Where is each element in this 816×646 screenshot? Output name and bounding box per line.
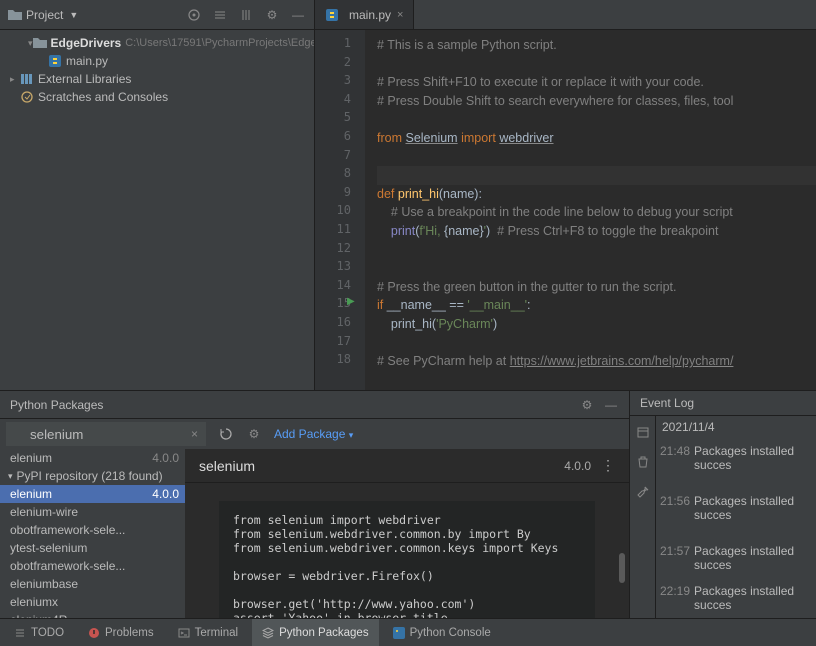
chevron-right-icon: ▸ [10, 74, 20, 85]
event-row[interactable]: 22:19Packages installed succes [656, 578, 816, 618]
editor-code-area[interactable]: # This is a sample Python script. # Pres… [365, 30, 816, 390]
folder-icon [33, 36, 47, 50]
python-packages-panel: Python Packages ⚙ — × ⚙ Add Package ▾ el… [0, 391, 630, 618]
clear-icon[interactable]: × [191, 427, 198, 441]
scrollbar-thumb[interactable] [619, 553, 625, 583]
collapse-icon[interactable] [238, 7, 254, 23]
external-libraries-node[interactable]: ▸ External Libraries [0, 70, 314, 88]
folder-icon [8, 9, 22, 21]
event-log-title: Event Log [640, 396, 694, 410]
project-root-node[interactable]: ▾ EdgeDrivers C:\Users\17591\PycharmProj… [0, 34, 314, 52]
package-item[interactable]: elenium4.0.0 [0, 485, 185, 503]
delete-icon[interactable] [635, 454, 651, 470]
event-row[interactable]: 21:56Packages installed succes [656, 488, 816, 528]
editor-panel: main.py × 123456789101112131415▶161718 #… [315, 0, 816, 390]
term-icon [178, 627, 190, 639]
event-row[interactable]: 21:57Packages installed succes [656, 538, 816, 578]
package-detail-version: 4.0.0 [564, 459, 591, 473]
package-item[interactable]: obotframework-sele... [0, 521, 185, 539]
footer-item-problems[interactable]: Problems [78, 619, 164, 646]
package-item[interactable]: eleniumbase [0, 575, 185, 593]
event-log-panel: Event Log 2021/11/421:48Packages install… [630, 391, 816, 618]
package-item[interactable]: eleniumx [0, 593, 185, 611]
scratches-label: Scratches and Consoles [38, 90, 168, 104]
error-icon [88, 627, 100, 639]
footer-item-python-packages[interactable]: Python Packages [252, 619, 379, 646]
status-bar: TODOProblemsTerminalPython PackagesPytho… [0, 618, 816, 646]
list-icon [14, 627, 26, 639]
package-list[interactable]: elenium4.0.0▾ PyPI repository (218 found… [0, 449, 185, 618]
package-item[interactable]: obotframework-sele... [0, 557, 185, 575]
library-icon [20, 72, 34, 86]
external-label: External Libraries [38, 72, 131, 86]
py-icon [393, 627, 405, 639]
event-row[interactable]: 21:48Packages installed succes [656, 438, 816, 478]
wrench-icon[interactable] [635, 484, 651, 500]
add-package-button[interactable]: Add Package ▾ [274, 427, 353, 441]
tab-label: main.py [349, 8, 391, 22]
editor-tab-main-py[interactable]: main.py × [315, 0, 414, 29]
project-label: Project [26, 8, 63, 22]
scratches-node[interactable]: Scratches and Consoles [0, 88, 314, 106]
footer-item-terminal[interactable]: Terminal [168, 619, 248, 646]
python-file-icon [325, 8, 339, 22]
repo-header[interactable]: ▾ PyPI repository (218 found) [0, 467, 185, 485]
package-item[interactable]: elenium4.0.0 [0, 449, 185, 467]
package-detail-name: selenium [199, 458, 255, 474]
footer-item-python-console[interactable]: Python Console [383, 619, 501, 646]
gear-icon[interactable]: ⚙ [264, 7, 280, 23]
project-root-path: C:\Users\17591\PycharmProjects\EdgeDrive… [125, 37, 314, 49]
packages-title: Python Packages [10, 398, 103, 412]
package-item[interactable]: ytest-selenium [0, 539, 185, 557]
locate-icon[interactable] [186, 7, 202, 23]
project-sidebar: Project ▼ ⚙ — ▾ EdgeDrivers C:\Users\175… [0, 0, 315, 390]
more-icon[interactable]: ⋮ [601, 457, 615, 474]
package-search-input[interactable] [6, 422, 206, 446]
package-example-code: from selenium import webdriver from sele… [219, 501, 595, 618]
footer-item-todo[interactable]: TODO [4, 619, 74, 646]
event-list[interactable]: 2021/11/421:48Packages installed succes2… [656, 416, 816, 618]
python-file-icon [48, 54, 62, 68]
layers-icon [262, 627, 274, 639]
editor-tabs: main.py × [315, 0, 816, 30]
package-detail-panel: selenium 4.0.0 ⋮ from selenium import we… [185, 449, 629, 618]
close-icon[interactable]: × [397, 9, 403, 21]
expand-icon[interactable] [212, 7, 228, 23]
editor-gutter[interactable]: 123456789101112131415▶161718 [315, 30, 365, 390]
minimize-icon[interactable]: — [603, 397, 619, 413]
package-item[interactable]: elenium-wire [0, 503, 185, 521]
file-label: main.py [66, 54, 108, 68]
project-tool-title[interactable]: Project ▼ [8, 8, 78, 22]
project-tree: ▾ EdgeDrivers C:\Users\17591\PycharmProj… [0, 30, 314, 110]
minimize-icon[interactable]: — [290, 7, 306, 23]
file-node-main-py[interactable]: main.py [0, 52, 314, 70]
project-root-label: EdgeDrivers [51, 36, 122, 50]
package-item[interactable]: elenium4R [0, 611, 185, 618]
chevron-down-icon: ▼ [69, 10, 78, 20]
scratch-icon [20, 90, 34, 104]
gear-icon[interactable]: ⚙ [246, 426, 262, 442]
gear-icon[interactable]: ⚙ [579, 397, 595, 413]
refresh-icon[interactable] [218, 426, 234, 442]
calendar-icon[interactable] [635, 424, 651, 440]
